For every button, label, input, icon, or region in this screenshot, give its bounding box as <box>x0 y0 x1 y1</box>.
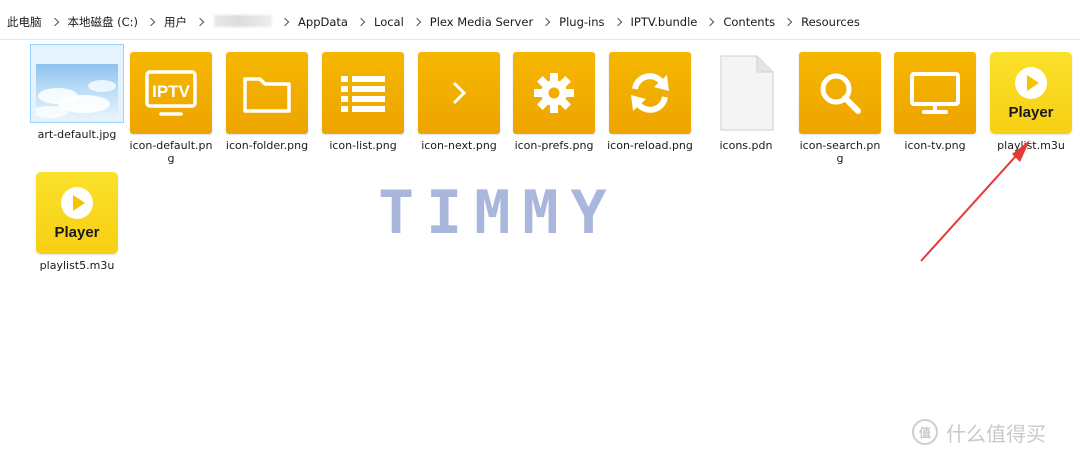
breadcrumb: 此电脑 本地磁盘 (C:) 用户 AppData Local Plex Medi… <box>6 14 861 30</box>
redacted-username <box>214 14 273 27</box>
iptv-icon: IPTV <box>130 52 212 134</box>
file-name: icon-tv.png <box>904 139 966 152</box>
file-item[interactable]: Player playlist5.m3u <box>30 172 124 272</box>
player-label: Player <box>54 224 100 241</box>
file-name: playlist.m3u <box>997 139 1065 152</box>
chevron-right-icon[interactable] <box>195 17 205 27</box>
sky-image-thumbnail <box>36 64 118 120</box>
crumb-contents[interactable]: Contents <box>722 15 776 29</box>
file-name: art-default.jpg <box>37 128 117 141</box>
crumb-plex-media-server[interactable]: Plex Media Server <box>429 15 534 29</box>
list-icon <box>322 52 404 134</box>
chevron-right-icon[interactable] <box>280 17 290 27</box>
chevron-right-icon <box>418 52 500 134</box>
svg-text:IPTV: IPTV <box>152 82 190 101</box>
document-icon <box>705 52 787 134</box>
brand-watermark: 值 什么值得买 <box>912 418 1046 446</box>
file-name: playlist5.m3u <box>39 259 115 272</box>
file-name: icons.pdn <box>719 139 773 152</box>
file-item[interactable]: icon-list.png <box>316 52 410 152</box>
file-name: icon-prefs.png <box>514 139 594 152</box>
crumb-local-disk[interactable]: 本地磁盘 (C:) <box>67 14 140 30</box>
file-name: icon-next.png <box>421 139 497 152</box>
file-name: icon-reload.png <box>607 139 693 152</box>
crumb-iptv-bundle[interactable]: IPTV.bundle <box>630 15 699 29</box>
file-item[interactable]: icon-search.png <box>793 52 887 165</box>
file-name: icon-list.png <box>329 139 397 152</box>
search-icon <box>799 52 881 134</box>
chevron-right-icon[interactable] <box>356 17 366 27</box>
file-item[interactable]: icon-reload.png <box>603 52 697 152</box>
crumb-this-pc[interactable]: 此电脑 <box>6 14 43 30</box>
file-item[interactable]: art-default.jpg <box>30 44 124 141</box>
crumb-plug-ins[interactable]: Plug-ins <box>558 15 605 29</box>
brand-logo: 值 <box>912 419 938 445</box>
folder-icon <box>226 52 308 134</box>
chevron-right-icon[interactable] <box>146 17 156 27</box>
player-icon: Player <box>990 52 1072 134</box>
file-item[interactable]: icon-prefs.png <box>507 52 601 152</box>
file-item[interactable]: icon-tv.png <box>888 52 982 152</box>
chevron-right-icon[interactable] <box>613 17 622 27</box>
selection-highlight <box>30 44 124 123</box>
address-bar[interactable]: 此电脑 本地磁盘 (C:) 用户 AppData Local Plex Medi… <box>0 0 1080 40</box>
gear-icon <box>513 52 595 134</box>
crumb-local[interactable]: Local <box>373 15 405 29</box>
file-item[interactable]: icons.pdn <box>699 52 793 152</box>
chevron-right-icon[interactable] <box>50 17 59 27</box>
chevron-right-icon[interactable] <box>706 17 715 27</box>
tv-icon <box>894 52 976 134</box>
watermark-text: TIMMY <box>378 178 619 248</box>
crumb-appdata[interactable]: AppData <box>297 15 349 29</box>
reload-icon <box>609 52 691 134</box>
chevron-right-icon[interactable] <box>412 17 422 27</box>
crumb-resources[interactable]: Resources <box>800 15 861 29</box>
player-label: Player <box>1008 104 1054 121</box>
file-name: icon-default.png <box>129 139 213 165</box>
crumb-username[interactable] <box>212 14 273 30</box>
chevron-right-icon[interactable] <box>783 17 793 27</box>
file-name: icon-search.png <box>799 139 881 165</box>
chevron-right-icon[interactable] <box>541 17 551 27</box>
crumb-users[interactable]: 用户 <box>163 14 188 30</box>
file-item[interactable]: icon-folder.png <box>220 52 314 152</box>
brand-text: 什么值得买 <box>946 421 1046 446</box>
file-item[interactable]: Player playlist.m3u <box>984 52 1078 152</box>
file-item[interactable]: icon-next.png <box>412 52 506 152</box>
file-item[interactable]: IPTV icon-default.png <box>124 52 218 165</box>
player-icon: Player <box>36 172 118 254</box>
file-name: icon-folder.png <box>225 139 309 152</box>
